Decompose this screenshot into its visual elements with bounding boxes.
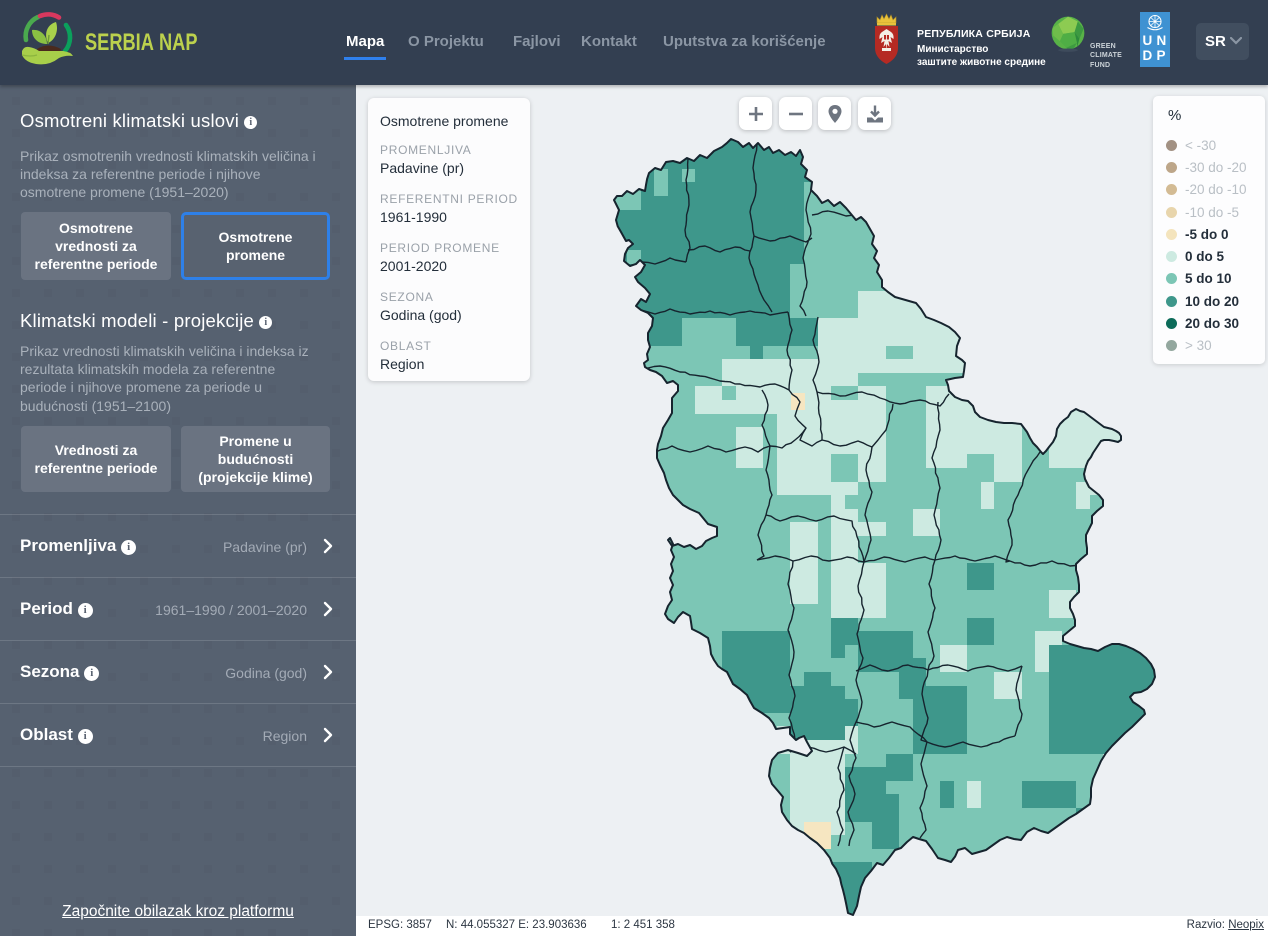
svg-text:U: U bbox=[1143, 33, 1153, 48]
svg-text:P: P bbox=[1157, 48, 1166, 63]
svg-text:D: D bbox=[1143, 48, 1153, 63]
svg-text:N: N bbox=[1157, 33, 1167, 48]
